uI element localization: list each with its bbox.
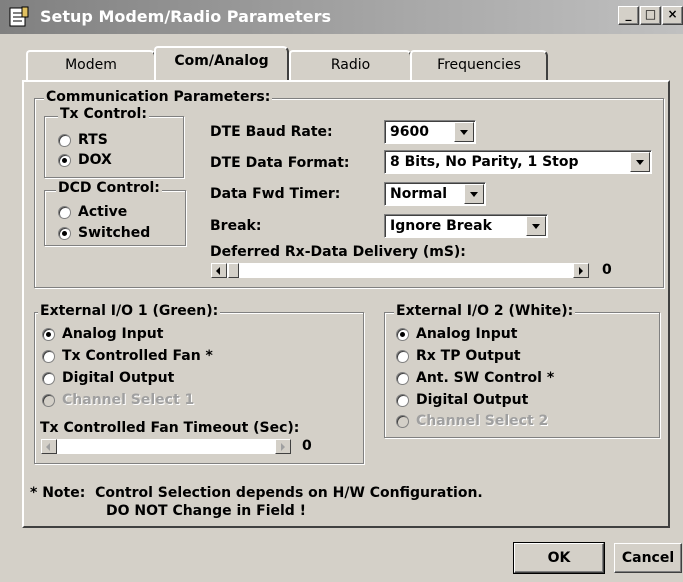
- radio-indicator: [396, 349, 409, 363]
- radio-label: Ant. SW Control *: [416, 370, 555, 386]
- radio-indicator: [42, 371, 55, 385]
- note-line-1: * Note: Control Selection depends on H/W…: [30, 485, 483, 501]
- ext-io-1-channel-select-radio: Channel Select 1: [42, 392, 194, 408]
- cancel-button-label: Cancel: [621, 550, 675, 566]
- deferred-rx-scrollbar[interactable]: [210, 262, 590, 279]
- dte-data-format-label: DTE Data Format:: [210, 155, 350, 171]
- radio-indicator: [58, 133, 71, 147]
- window-title: Setup Modem/Radio Parameters: [40, 7, 332, 26]
- chevron-down-icon[interactable]: [464, 184, 484, 204]
- dcd-control-active-radio[interactable]: Active: [58, 204, 127, 220]
- radio-label: Channel Select 1: [62, 392, 195, 408]
- ext-io-1-analog-input-radio[interactable]: Analog Input: [42, 326, 163, 342]
- radio-label: Digital Output: [416, 392, 529, 408]
- radio-indicator: [42, 393, 55, 407]
- document-icon: [9, 6, 29, 27]
- combo-value: Normal: [390, 186, 448, 202]
- fan-timeout-label: Tx Controlled Fan Timeout (Sec):: [40, 420, 300, 436]
- combo-value: 9600: [390, 124, 429, 140]
- tx-control-rts-radio[interactable]: RTS: [58, 132, 108, 148]
- tab-radio[interactable]: Radio: [289, 50, 412, 80]
- tab-com-analog-label: Com/Analog: [174, 53, 269, 69]
- radio-label: RTS: [78, 132, 108, 148]
- maximize-button[interactable]: □: [640, 6, 661, 25]
- radio-indicator: [42, 327, 55, 341]
- tab-radio-label: Radio: [330, 57, 371, 73]
- radio-label: Rx TP Output: [416, 348, 521, 364]
- tab-modem[interactable]: Modem: [26, 50, 156, 80]
- dte-baud-rate-label: DTE Baud Rate:: [210, 124, 333, 140]
- external-io-2-legend: External I/O 2 (White):: [394, 303, 576, 319]
- dcd-control-legend: DCD Control:: [56, 180, 162, 196]
- radio-indicator: [58, 153, 71, 167]
- break-combo[interactable]: Ignore Break: [384, 214, 548, 238]
- external-io-1-legend: External I/O 1 (Green):: [38, 303, 221, 319]
- minimize-button[interactable]: _: [618, 6, 639, 25]
- radio-indicator: [396, 414, 409, 428]
- tab-frequencies[interactable]: Frequencies: [410, 50, 548, 80]
- tab-modem-label: Modem: [65, 57, 117, 73]
- ext-io-2-digital-output-radio[interactable]: Digital Output: [396, 392, 528, 408]
- radio-indicator: [58, 226, 71, 240]
- radio-label: Analog Input: [416, 326, 518, 342]
- radio-label: DOX: [78, 152, 112, 168]
- data-fwd-timer-combo[interactable]: Normal: [384, 182, 486, 206]
- radio-indicator: [396, 393, 409, 407]
- radio-label: Switched: [78, 225, 151, 241]
- radio-label: Analog Input: [62, 326, 164, 342]
- dcd-control-switched-radio[interactable]: Switched: [58, 225, 150, 241]
- combo-value: 8 Bits, No Parity, 1 Stop: [390, 154, 579, 170]
- radio-indicator: [42, 349, 55, 363]
- title-bar[interactable]: Setup Modem/Radio Parameters _ □ ×: [0, 0, 683, 34]
- fan-timeout-value: 0: [302, 438, 312, 454]
- fan-timeout-scrollbar[interactable]: [40, 438, 292, 455]
- tx-control-dox-radio[interactable]: DOX: [58, 152, 112, 168]
- combo-value: Ignore Break: [390, 218, 492, 234]
- deferred-rx-value: 0: [602, 262, 612, 278]
- dte-data-format-combo[interactable]: 8 Bits, No Parity, 1 Stop: [384, 150, 652, 174]
- dte-baud-rate-combo[interactable]: 9600: [384, 120, 476, 144]
- data-fwd-timer-label: Data Fwd Timer:: [210, 186, 341, 202]
- chevron-down-icon[interactable]: [526, 216, 546, 236]
- ok-button[interactable]: OK: [513, 542, 605, 574]
- scroll-right-icon[interactable]: [573, 263, 589, 278]
- ext-io-2-channel-select-radio: Channel Select 2: [396, 413, 548, 429]
- radio-label: Active: [78, 204, 128, 220]
- scroll-right-icon[interactable]: [275, 439, 291, 454]
- radio-label: Channel Select 2: [416, 413, 549, 429]
- radio-indicator: [396, 371, 409, 385]
- chevron-down-icon[interactable]: [630, 152, 650, 172]
- deferred-rx-label: Deferred Rx-Data Delivery (mS):: [210, 244, 466, 260]
- break-label: Break:: [210, 218, 262, 234]
- cancel-button[interactable]: Cancel: [614, 543, 682, 573]
- radio-label: Tx Controlled Fan *: [62, 348, 213, 364]
- ext-io-2-rx-tp-output-radio[interactable]: Rx TP Output: [396, 348, 521, 364]
- scroll-thumb[interactable]: [228, 263, 239, 278]
- tx-control-legend: Tx Control:: [58, 106, 149, 122]
- scroll-left-icon[interactable]: [41, 439, 57, 454]
- ext-io-2-ant-sw-control-radio[interactable]: Ant. SW Control *: [396, 370, 554, 386]
- scroll-left-icon[interactable]: [211, 263, 227, 278]
- note-line-2: DO NOT Change in Field !: [106, 503, 307, 519]
- close-button[interactable]: ×: [662, 6, 683, 25]
- radio-indicator: [58, 205, 71, 219]
- ext-io-1-digital-output-radio[interactable]: Digital Output: [42, 370, 174, 386]
- chevron-down-icon[interactable]: [454, 122, 474, 142]
- tab-frequencies-label: Frequencies: [437, 57, 521, 73]
- radio-label: Digital Output: [62, 370, 175, 386]
- communication-parameters-legend: Communication Parameters:: [44, 89, 273, 105]
- tab-com-analog[interactable]: Com/Analog: [154, 46, 289, 80]
- ext-io-2-analog-input-radio[interactable]: Analog Input: [396, 326, 517, 342]
- radio-indicator: [396, 327, 409, 341]
- ok-button-label: OK: [547, 550, 571, 566]
- ext-io-1-tx-controlled-fan-radio[interactable]: Tx Controlled Fan *: [42, 348, 213, 364]
